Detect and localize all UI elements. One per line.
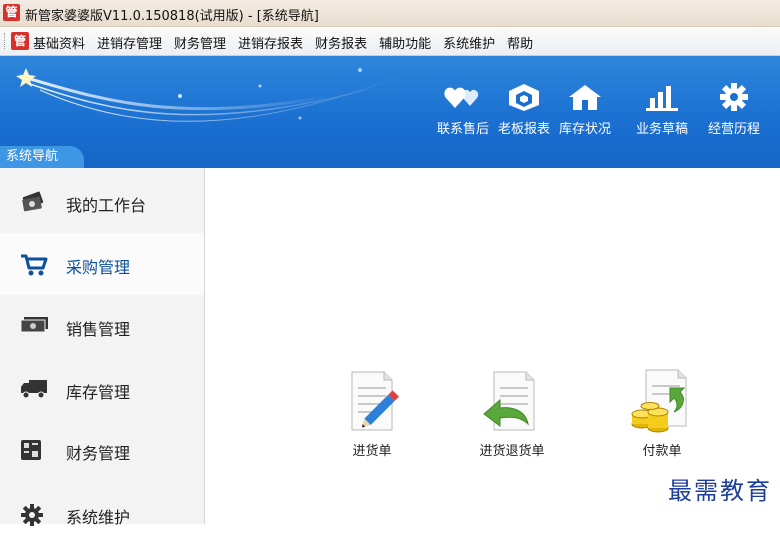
sidebar-item-label: 财务管理 (66, 444, 131, 463)
menu-item-system-maintenance[interactable]: 系统维护 (443, 33, 495, 52)
gear-icon (21, 504, 43, 526)
purchase-return-order-button[interactable]: 进货退货单 (467, 368, 557, 459)
menu-items: 基础资料 进销存管理 财务管理 进销存报表 财务报表 辅助功能 系统维护 帮助 (33, 33, 545, 52)
menu-item-help[interactable]: 帮助 (507, 33, 533, 52)
sidebar-item-system-maintenance[interactable]: 系统维护 (0, 483, 204, 545)
sidebar-item-label: 系统维护 (66, 508, 131, 527)
document-label: 进货退货单 (479, 444, 545, 459)
sidebar-item-label: 采购管理 (66, 258, 131, 277)
cash-icon (20, 317, 48, 333)
title-bar: 管 新管家婆婆版V11.0.150818(试用版) - [系统导航] (0, 0, 780, 27)
house-icon (569, 85, 601, 110)
sidebar-item-label: 我的工作台 (66, 196, 147, 215)
tool-label: 库存状况 (558, 122, 611, 137)
document-label: 进货单 (352, 444, 392, 459)
menu-item-basic-data[interactable]: 基础资料 (33, 33, 85, 52)
shopping-cart-icon (21, 254, 48, 276)
menu-logo-icon[interactable]: 管 (11, 32, 29, 50)
menu-item-inventory-management[interactable]: 进销存管理 (97, 33, 162, 52)
hearts-icon (444, 87, 479, 108)
truck-icon (21, 380, 47, 399)
menu-bar: 管 基础资料 进销存管理 财务管理 进销存报表 财务报表 辅助功能 系统维护 帮… (0, 27, 780, 56)
sidebar-item-inventory[interactable]: 库存管理 (0, 358, 204, 420)
tool-stock-status[interactable]: 库存状况 (553, 82, 617, 137)
menu-grip (4, 33, 8, 49)
menu-item-tools[interactable]: 辅助功能 (379, 33, 431, 52)
watermark: 最需教育 (668, 477, 772, 505)
purchase-order-button[interactable]: 进货单 (327, 368, 417, 459)
tool-contact-support[interactable]: 联系售后 (431, 82, 495, 137)
app-logo-icon: 管 (3, 4, 20, 21)
money-stack-icon (22, 191, 44, 212)
tool-business-drafts[interactable]: 业务草稿 (630, 82, 694, 137)
sidebar-item-label: 销售管理 (66, 320, 131, 339)
sidebar-item-label: 库存管理 (66, 383, 131, 402)
document-coins-icon (631, 369, 687, 433)
window-title: 新管家婆婆版V11.0.150818(试用版) - [系统导航] (25, 9, 319, 24)
calculator-icon (21, 440, 41, 460)
document-label: 付款单 (642, 444, 682, 459)
sidebar: 我的工作台 采购管理 销售管理 库存管理 财务管理 系统维护 (0, 168, 205, 527)
cube-icon (509, 84, 539, 111)
menu-item-finance-management[interactable]: 财务管理 (174, 33, 226, 52)
tool-label: 联系售后 (436, 122, 489, 137)
tool-business-history[interactable]: 经营历程 (702, 82, 766, 137)
sidebar-item-workbench[interactable]: 我的工作台 (0, 171, 204, 233)
bar-chart-icon (646, 86, 678, 111)
sidebar-item-finance[interactable]: 财务管理 (0, 419, 204, 481)
payment-order-button[interactable]: 付款单 (617, 368, 707, 459)
document-pencil-icon (351, 371, 399, 431)
system-navigation-tab[interactable]: 系统导航 (0, 146, 84, 168)
menu-item-inventory-reports[interactable]: 进销存报表 (238, 33, 303, 52)
tool-label: 老板报表 (497, 122, 550, 137)
tool-label: 业务草稿 (635, 122, 688, 137)
document-return-icon (483, 371, 535, 431)
tool-label: 经营历程 (707, 122, 760, 137)
sidebar-item-purchase[interactable]: 采购管理 (0, 233, 204, 295)
header-banner: 联系售后 老板报表 库存状况 业务草稿 经营历程 系统导航 (0, 56, 780, 168)
sidebar-item-sales[interactable]: 销售管理 (0, 295, 204, 357)
gear-icon (720, 83, 748, 111)
menu-item-finance-reports[interactable]: 财务报表 (315, 33, 367, 52)
tool-boss-report[interactable]: 老板报表 (492, 82, 556, 137)
